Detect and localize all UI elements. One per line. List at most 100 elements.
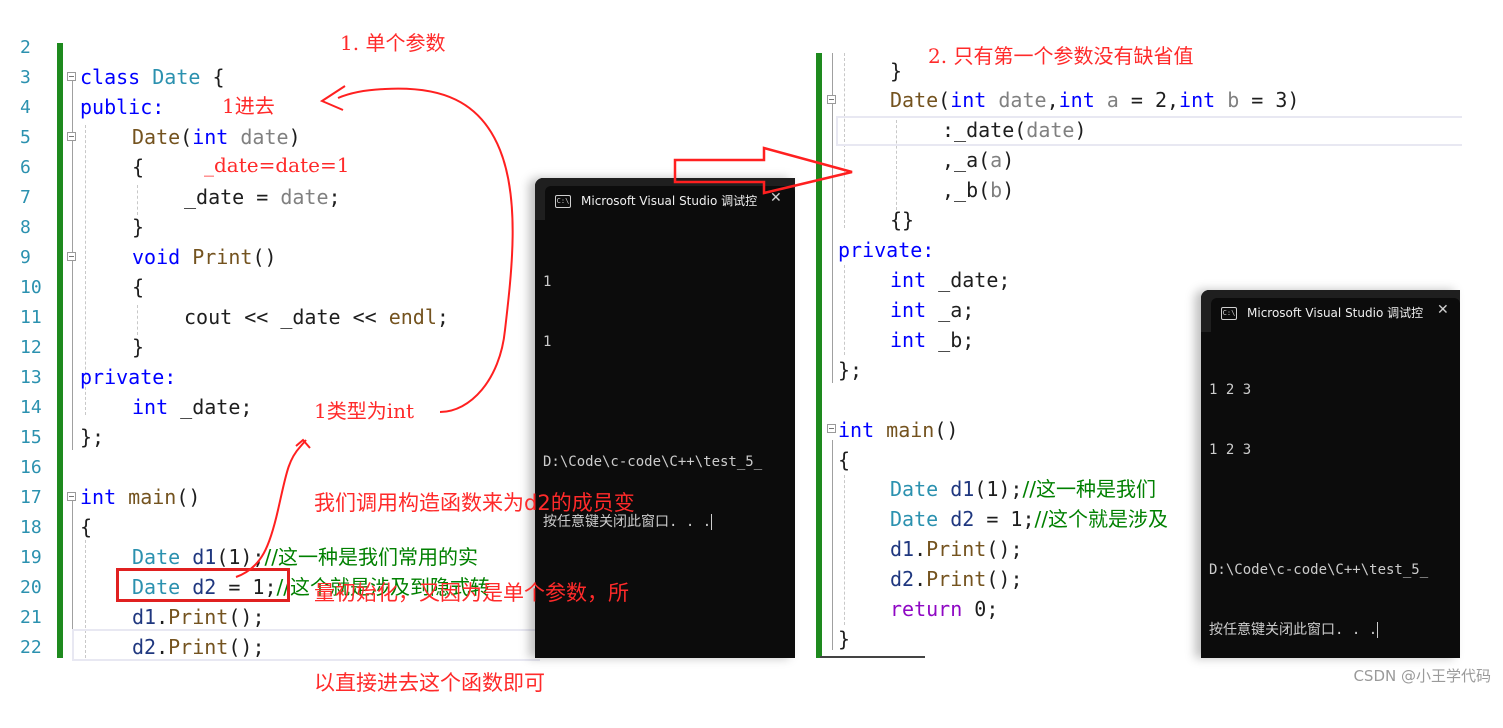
code-text: = 3) [1239, 88, 1300, 112]
code-text: { [200, 65, 225, 89]
function-name: Date [890, 88, 939, 112]
console-icon: C:\ [555, 195, 571, 208]
code-line[interactable]: return 0; [890, 594, 998, 624]
code-text: ( [938, 88, 951, 112]
code-line[interactable]: Date d2 = 1;//这个就是涉及 [890, 504, 1168, 534]
type-name: Date [890, 507, 939, 531]
fold-toggle[interactable] [67, 72, 76, 81]
annotation-enter: 1进去 [222, 94, 275, 118]
fold-toggle[interactable] [827, 95, 836, 104]
line-number: 18 [20, 517, 42, 538]
variable: d1 [192, 545, 217, 569]
type-name: Date [132, 545, 181, 569]
variable: d1 [890, 537, 915, 561]
code-line[interactable]: d1.Print(); [132, 602, 264, 632]
code-line[interactable]: int _a; [890, 295, 974, 325]
line-number: 3 [20, 67, 31, 88]
watermark: CSDN @小王学代码 [1353, 667, 1491, 685]
keyword: class [80, 65, 141, 89]
code-line[interactable]: int main() [838, 415, 958, 445]
console-title: Microsoft Visual Studio 调试控 [1247, 306, 1424, 320]
code-line[interactable]: int _date; [890, 265, 1010, 295]
fold-toggle[interactable] [67, 492, 76, 501]
console-output: 1 2 3 1 2 3 D:\Code\c-code\C++\test_5_ 按… [1209, 340, 1428, 680]
line-number: 4 [20, 97, 31, 118]
current-line-highlight [836, 116, 1462, 146]
code-line[interactable]: d1.Print(); [890, 534, 1022, 564]
code-text: . [156, 605, 169, 629]
code-line[interactable]: { [132, 152, 144, 182]
code-text: _a; [926, 298, 975, 322]
annotation-line: 以直接进去这个函数即可 [314, 671, 545, 695]
line-number: 20 [20, 577, 42, 598]
code-line[interactable]: class Date { [80, 62, 225, 92]
arrow-head [319, 85, 346, 111]
fold-toggle[interactable] [67, 132, 76, 141]
code-line[interactable]: _date = date; [184, 182, 341, 212]
code-line[interactable]: d2.Print(); [132, 632, 264, 662]
annotation-assign: _date=date=1 [204, 153, 350, 177]
code-text: cout << _date << [184, 305, 389, 329]
fold-toggle[interactable] [67, 252, 76, 261]
type-name: Date [890, 477, 939, 501]
curved-arrow [337, 87, 514, 413]
line-number: 5 [20, 127, 31, 148]
keyword: int [192, 125, 229, 149]
code-line[interactable]: int _b; [890, 325, 974, 355]
line-number: 11 [20, 307, 42, 328]
indent-guide [137, 185, 138, 215]
code-line[interactable]: } [890, 56, 902, 86]
console-window[interactable]: C:\ Microsoft Visual Studio 调试控 ✕ 1 2 3 … [1201, 290, 1460, 658]
console-tab[interactable]: C:\ Microsoft Visual Studio 调试控 ✕ [545, 186, 795, 220]
variable: d2 [950, 507, 975, 531]
keyword: int [890, 298, 927, 322]
code-text: (); [986, 567, 1023, 591]
code-line[interactable]: int _date; [132, 392, 252, 422]
parameter: date [280, 185, 329, 209]
code-line[interactable]: Date(int date) [132, 122, 301, 152]
code-line[interactable]: }; [80, 422, 104, 452]
code-line[interactable]: }; [838, 355, 862, 385]
annotation-type: 1类型为int [314, 399, 415, 423]
code-line[interactable]: } [132, 212, 144, 242]
code-line[interactable]: cout << _date << endl; [184, 302, 449, 332]
code-line[interactable]: Date(int date,int a = 2,int b = 3) [890, 85, 1299, 115]
code-line[interactable]: } [132, 332, 144, 362]
code-text: _date; [168, 395, 253, 419]
close-icon[interactable]: ✕ [1437, 302, 1449, 318]
variable: d1 [132, 605, 157, 629]
variable: d2 [132, 635, 157, 659]
code-line[interactable]: private: [80, 362, 176, 392]
function-name: Print [168, 605, 229, 629]
code-line[interactable]: private: [838, 235, 934, 265]
code-line[interactable]: :_date(date) [942, 115, 1087, 145]
code-text: ) [288, 125, 301, 149]
code-line[interactable]: void Print() [132, 242, 277, 272]
output-line: D:\Code\c-code\C++\test_5_ [1209, 562, 1429, 578]
code-line[interactable]: d2.Print(); [890, 564, 1022, 594]
keyword: int [838, 418, 875, 442]
fold-toggle[interactable] [827, 424, 836, 433]
code-line[interactable]: { [132, 272, 144, 302]
code-line[interactable]: ,_a(a) [942, 145, 1014, 175]
console-tab[interactable]: C:\ Microsoft Visual Studio 调试控 ✕ [1211, 298, 1460, 332]
output-line: 1 [543, 274, 552, 290]
code-text: ) [1074, 118, 1087, 142]
code-line[interactable]: { [838, 445, 850, 475]
code-line[interactable]: public: [80, 92, 164, 122]
code-text: = 1; [974, 507, 1035, 531]
parameter: date [1026, 118, 1075, 142]
close-icon[interactable]: ✕ [770, 190, 782, 206]
code-line[interactable]: {} [890, 205, 914, 235]
code-line[interactable]: Date d1(1);//这一种是我们 [890, 474, 1156, 504]
line-number: 6 [20, 157, 31, 178]
line-number: 22 [20, 637, 42, 658]
code-line[interactable]: { [80, 512, 92, 542]
code-line[interactable]: int main() [80, 482, 200, 512]
code-line[interactable]: } [838, 624, 850, 654]
parameter: date [240, 125, 289, 149]
code-line[interactable]: ,_b(b) [942, 175, 1014, 205]
keyword: return [890, 597, 963, 621]
code-text: (); [228, 635, 265, 659]
